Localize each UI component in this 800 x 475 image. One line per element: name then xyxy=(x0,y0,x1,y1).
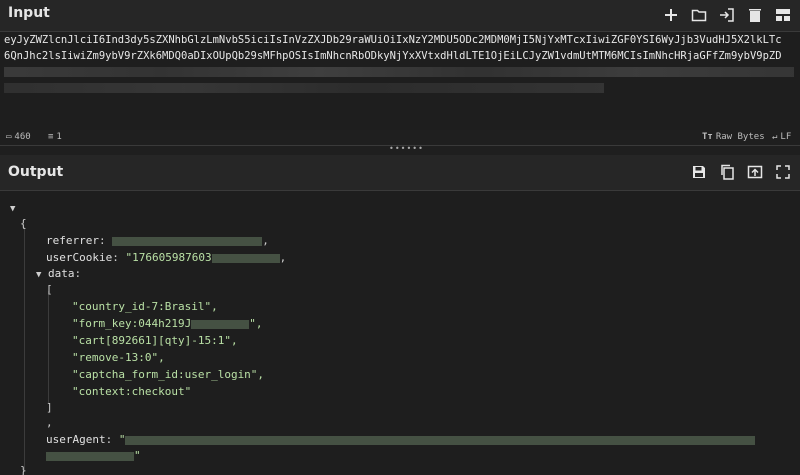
output-json-viewer: ▼ { referrer: , userCookie: "17660598760… xyxy=(0,191,800,475)
input-line-redacted-2 xyxy=(4,80,796,96)
usercookie-key: userCookie xyxy=(46,251,113,264)
data-item: "cart[892661][qty]-15:1", xyxy=(72,334,238,347)
save-icon[interactable] xyxy=(688,161,710,183)
redacted-value xyxy=(211,253,280,263)
input-textarea[interactable]: eyJyZWZlcnJlciI6Ind3dy5sZXNhbGlzLmNvbS5i… xyxy=(0,32,800,130)
input-pane-header: Input xyxy=(0,0,800,32)
redacted-value xyxy=(191,319,250,329)
text-type-icon: Tт xyxy=(702,132,713,142)
data-collapse-toggle[interactable]: ▼ xyxy=(36,270,41,280)
folder-icon[interactable] xyxy=(688,4,710,26)
raw-bytes-label: Raw Bytes xyxy=(715,132,765,142)
output-toolbar xyxy=(688,161,794,183)
referrer-key: referrer xyxy=(46,234,99,247)
input-toolbar xyxy=(660,4,794,26)
lines-stat: ≡ 1 xyxy=(48,132,62,142)
data-item: "context:checkout" xyxy=(72,385,192,398)
data-item: "remove-13:0", xyxy=(72,351,165,364)
root-close-brace: } xyxy=(20,464,27,475)
input-line-redacted-1 xyxy=(4,64,796,80)
trash-icon[interactable] xyxy=(744,4,766,26)
eol-toggle[interactable]: ↵ LF xyxy=(772,132,791,142)
data-item: "country_id-7:Brasil", xyxy=(72,300,218,313)
import-icon[interactable] xyxy=(716,4,738,26)
input-title: Input xyxy=(8,5,50,21)
plus-icon[interactable] xyxy=(660,4,682,26)
data-open-bracket: [ xyxy=(46,283,53,296)
separator-comma: , xyxy=(46,416,53,429)
lines-value: 1 xyxy=(56,132,62,142)
referrer-row: referrer: , xyxy=(46,234,269,247)
output-pane-header: Output xyxy=(0,155,800,191)
layout-icon[interactable] xyxy=(772,4,794,26)
data-row: ▼ data: xyxy=(36,267,82,280)
data-key: data xyxy=(48,267,75,280)
usercookie-row: userCookie: "176605987603, xyxy=(46,251,287,264)
length-stat: ▭ 460 xyxy=(6,132,31,142)
input-line-2: 6QnJhc2lsIiwiZm9ybV9rZXk6MDQ0aDIxOUpQb29… xyxy=(4,50,782,62)
data-item-row: "form_key:044h219J ", xyxy=(72,317,263,330)
raw-bytes-toggle[interactable]: Tт Raw Bytes xyxy=(702,132,765,142)
data-item: "captcha_form_id:user_login", xyxy=(72,368,265,381)
copy-icon[interactable] xyxy=(716,161,738,183)
data-close-bracket: ] xyxy=(46,401,53,414)
redacted-value xyxy=(46,451,134,461)
length-icon: ▭ xyxy=(6,132,12,142)
usercookie-value: "176605987603 xyxy=(125,251,212,264)
lines-icon: ≡ xyxy=(48,132,54,142)
input-line-1: eyJyZWZlcnJlciI6Ind3dy5sZXNhbGlzLmNvbS5i… xyxy=(4,34,782,46)
pane-resize-handle[interactable]: •••••• xyxy=(389,145,423,153)
redacted-value xyxy=(125,435,756,445)
useragent-key: userAgent xyxy=(46,433,106,446)
data-item: "form_key:044h219J xyxy=(72,317,192,330)
redacted-value xyxy=(112,236,263,246)
root-open-brace: { xyxy=(20,217,27,230)
useragent-row-cont: " xyxy=(46,448,141,464)
useragent-row: userAgent: " xyxy=(46,432,756,448)
fullscreen-icon[interactable] xyxy=(772,161,794,183)
eol-label: LF xyxy=(780,132,792,142)
length-value: 460 xyxy=(14,132,31,142)
output-title: Output xyxy=(8,164,64,180)
replace-input-icon[interactable] xyxy=(744,161,766,183)
root-collapse-toggle[interactable]: ▼ xyxy=(10,200,15,217)
eol-icon: ↵ xyxy=(772,132,778,142)
